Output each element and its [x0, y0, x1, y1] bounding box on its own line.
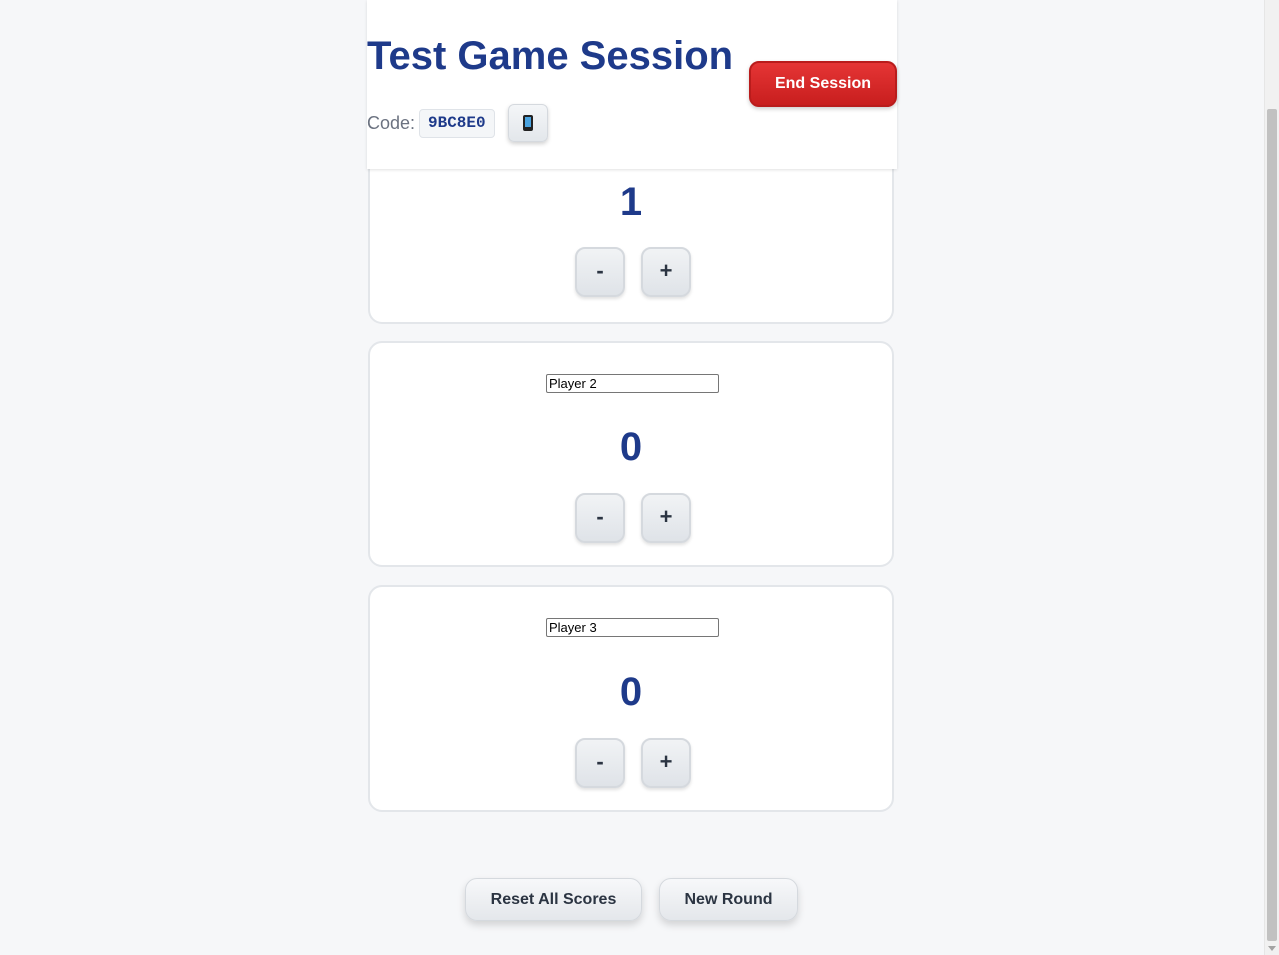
- player-score: 1: [619, 180, 643, 224]
- decrement-button[interactable]: -: [575, 493, 625, 543]
- new-round-button[interactable]: New Round: [659, 878, 798, 921]
- decrement-button[interactable]: -: [575, 247, 625, 297]
- increment-button[interactable]: +: [641, 738, 691, 788]
- increment-button[interactable]: +: [641, 247, 691, 297]
- end-session-button[interactable]: End Session: [749, 61, 897, 107]
- increment-button[interactable]: +: [641, 493, 691, 543]
- scrollbar-thumb[interactable]: [1267, 109, 1277, 941]
- mobile-phone-icon: [523, 114, 533, 131]
- mobile-view-button[interactable]: [508, 104, 548, 142]
- player-card: 0 - +: [368, 341, 894, 567]
- vertical-scrollbar[interactable]: [1264, 0, 1279, 955]
- scroll-down-arrow-icon[interactable]: [1268, 946, 1276, 951]
- page-title: Test Game Session: [367, 34, 734, 78]
- code-label: Code:: [367, 113, 416, 133]
- decrement-button[interactable]: -: [575, 738, 625, 788]
- session-code: 9BC8E0: [419, 109, 495, 138]
- player-name-input[interactable]: [546, 374, 719, 393]
- player-name-input[interactable]: [546, 618, 719, 637]
- session-header: Test Game Session Code: 9BC8E0 End Sessi…: [367, 0, 897, 169]
- player-card: 1 - +: [368, 150, 894, 324]
- page: 1 - + 0 - + 0 - + Test Game Session Code…: [0, 0, 1279, 955]
- player-score: 0: [619, 670, 643, 714]
- player-card: 0 - +: [368, 585, 894, 812]
- reset-all-scores-button[interactable]: Reset All Scores: [465, 878, 642, 921]
- player-score: 0: [619, 425, 643, 469]
